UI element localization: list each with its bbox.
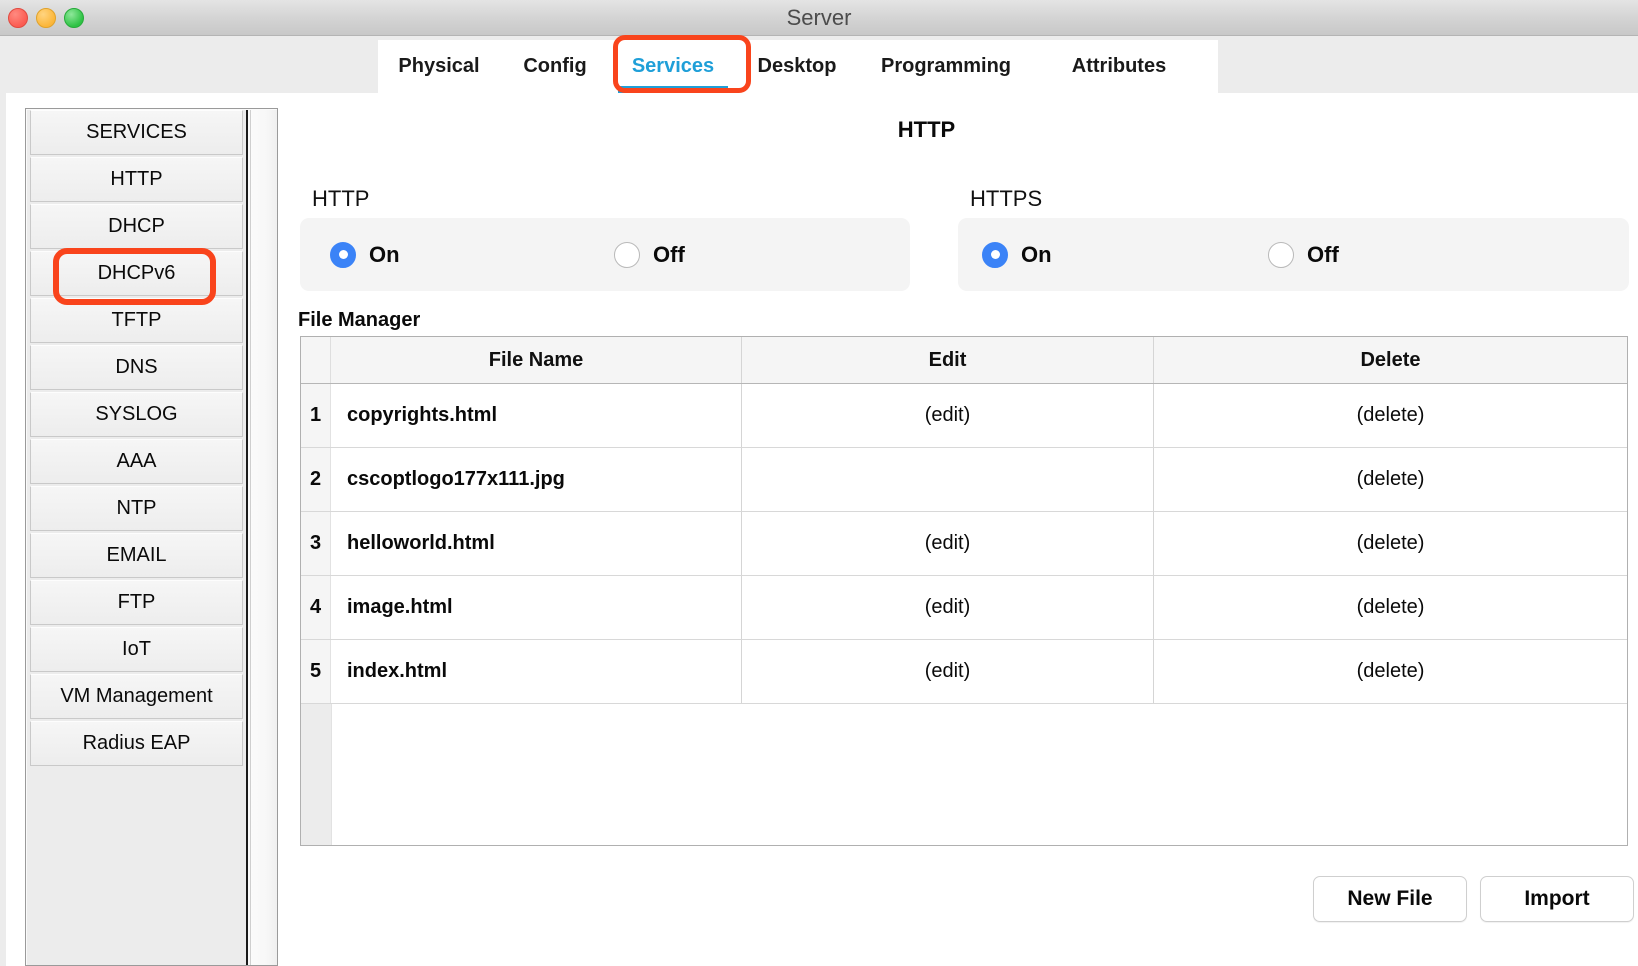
sidebar-item-dns[interactable]: DNS [30,345,243,390]
sidebar-item-dhcp[interactable]: DHCP [30,204,243,249]
radio-selected-icon [330,242,356,268]
services-sidebar: SERVICES HTTP DHCP DHCPv6 TFTP DNS SYSLO… [25,108,278,966]
table-header-edit: Edit [742,337,1154,383]
row-delete-link[interactable]: (delete) [1154,448,1627,511]
table-row[interactable]: 3 helloworld.html (edit) (delete) [301,512,1627,576]
row-index: 4 [301,576,331,639]
tab-physical[interactable]: Physical [378,40,500,93]
https-off-label: Off [1307,242,1339,268]
table-row[interactable]: 1 copyrights.html (edit) (delete) [301,384,1627,448]
row-edit-link[interactable]: (edit) [742,576,1154,639]
row-file-name: copyrights.html [331,384,742,447]
table-empty-area [301,704,1627,846]
sidebar-item-aaa[interactable]: AAA [30,439,243,484]
radio-unselected-icon [1268,242,1294,268]
row-delete-link[interactable]: (delete) [1154,512,1627,575]
http-group-label: HTTP [312,186,369,212]
sidebar-item-vm-management[interactable]: VM Management [30,674,243,719]
row-file-name: image.html [331,576,742,639]
row-edit-link[interactable]: (edit) [742,384,1154,447]
sidebar-item-email[interactable]: EMAIL [30,533,243,578]
sidebar-item-radius-eap[interactable]: Radius EAP [30,721,243,766]
row-index: 3 [301,512,331,575]
content-area: SERVICES HTTP DHCP DHCPv6 TFTP DNS SYSLO… [6,93,1638,966]
http-radio-group: On Off [300,218,910,291]
sidebar-item-ntp[interactable]: NTP [30,486,243,531]
https-group-label: HTTPS [970,186,1042,212]
row-file-name: cscoptlogo177x111.jpg [331,448,742,511]
server-window: Server Physical Config Services Desktop … [0,0,1638,966]
row-index: 2 [301,448,331,511]
table-header-index [301,337,331,383]
window-title: Server [0,0,1638,36]
tab-services-label: Services [632,55,714,78]
tab-active-underline [618,86,728,93]
http-on-label: On [369,242,400,268]
sidebar-item-iot[interactable]: IoT [30,627,243,672]
table-row[interactable]: 5 index.html (edit) (delete) [301,640,1627,704]
row-edit-link [742,448,1154,511]
file-manager-table: File Name Edit Delete 1 copyrights.html … [300,336,1628,846]
row-delete-link[interactable]: (delete) [1154,384,1627,447]
tab-config[interactable]: Config [500,40,610,93]
file-manager-label: File Manager [298,309,420,332]
sidebar-item-http[interactable]: HTTP [30,157,243,202]
sidebar-header-services: SERVICES [30,110,243,155]
table-header-delete: Delete [1154,337,1627,383]
table-header-file-name: File Name [331,337,742,383]
sidebar-item-dhcpv6[interactable]: DHCPv6 [30,251,243,296]
tab-bar: Physical Config Services Desktop Program… [378,40,1218,93]
table-row[interactable]: 4 image.html (edit) (delete) [301,576,1627,640]
tab-attributes[interactable]: Attributes [1034,40,1204,93]
radio-selected-icon [982,242,1008,268]
sidebar-item-ftp[interactable]: FTP [30,580,243,625]
tab-programming[interactable]: Programming [858,40,1034,93]
https-on-radio-option[interactable]: On [982,242,1052,268]
table-empty-body [332,704,1627,846]
sidebar-item-tftp[interactable]: TFTP [30,298,243,343]
row-delete-link[interactable]: (delete) [1154,640,1627,703]
https-off-radio-option[interactable]: Off [1268,242,1339,268]
tab-desktop[interactable]: Desktop [736,40,858,93]
https-on-label: On [1021,242,1052,268]
http-settings-panel: HTTP HTTP On Off HTTPS On [294,93,1638,966]
http-off-label: Off [653,242,685,268]
sidebar-scrollbar[interactable] [250,110,277,965]
row-file-name: index.html [331,640,742,703]
sidebar-empty-space [30,768,243,938]
title-bar: Server [0,0,1638,36]
tab-services[interactable]: Services [610,40,736,93]
http-on-radio-option[interactable]: On [330,242,400,268]
radio-unselected-icon [614,242,640,268]
services-sidebar-list: SERVICES HTTP DHCP DHCPv6 TFTP DNS SYSLO… [27,110,248,965]
row-file-name: helloworld.html [331,512,742,575]
row-delete-link[interactable]: (delete) [1154,576,1627,639]
https-radio-group: On Off [958,218,1629,291]
http-off-radio-option[interactable]: Off [614,242,685,268]
table-empty-gutter [301,704,332,846]
new-file-button[interactable]: New File [1313,876,1467,922]
row-index: 5 [301,640,331,703]
import-button[interactable]: Import [1480,876,1634,922]
sidebar-item-syslog[interactable]: SYSLOG [30,392,243,437]
row-edit-link[interactable]: (edit) [742,512,1154,575]
table-row[interactable]: 2 cscoptlogo177x111.jpg (delete) [301,448,1627,512]
row-index: 1 [301,384,331,447]
page-title: HTTP [294,117,1559,143]
file-manager-actions: New File Import [1313,876,1634,922]
row-edit-link[interactable]: (edit) [742,640,1154,703]
table-header-row: File Name Edit Delete [301,337,1627,384]
